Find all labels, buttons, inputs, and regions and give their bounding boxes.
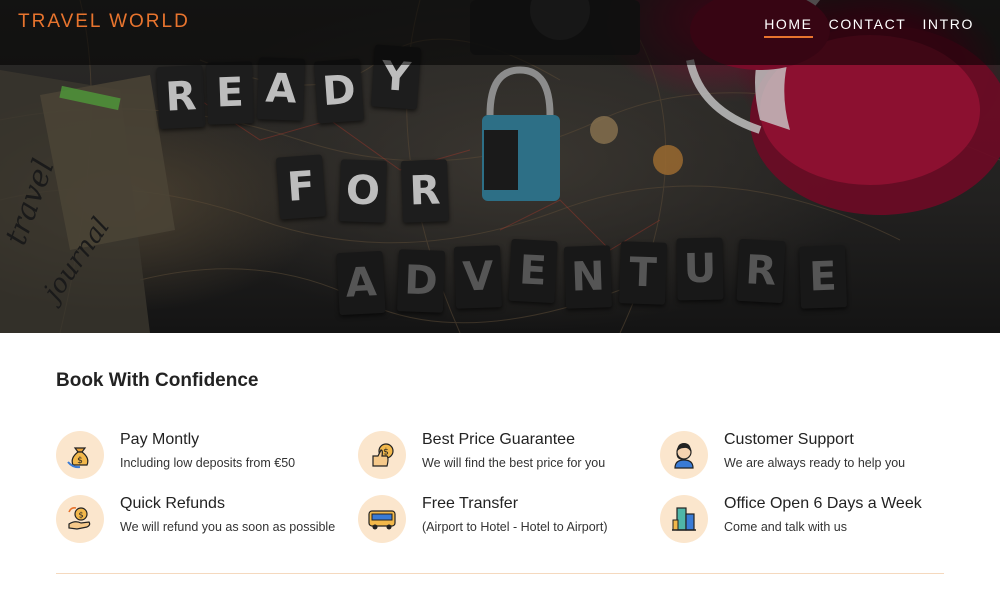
feature-best-price: $ Best Price Guarantee We will find the … (358, 431, 648, 481)
tile-letter: O (338, 159, 388, 223)
feature-title: Office Open 6 Days a Week (724, 495, 922, 512)
feature-pay-monthly: $ Pay Montly Including low deposits from… (56, 431, 346, 481)
tile-letter: R (400, 159, 450, 223)
tile-letter: A (336, 250, 386, 316)
feature-title: Best Price Guarantee (422, 431, 575, 448)
feature-desc: We are always ready to help you (724, 456, 906, 470)
feature-title: Pay Montly (120, 431, 200, 448)
feature-title: Quick Refunds (120, 495, 225, 512)
thumbs-up-coin-icon: $ (358, 431, 406, 479)
feature-desc: Including low deposits from €50 (120, 456, 296, 470)
tile-letter: N (563, 245, 613, 309)
nav-home[interactable]: HOME (764, 16, 813, 38)
feature-title: Customer Support (724, 431, 854, 448)
tile-letter: D (313, 58, 365, 124)
nav-contact[interactable]: CONTACT (829, 16, 907, 38)
support-agent-icon (660, 431, 708, 479)
feature-desc: (Airport to Hotel - Hotel to Airport) (422, 520, 608, 534)
tile-letter: F (275, 154, 327, 220)
main-nav: HOME CONTACT INTRO (764, 16, 974, 38)
office-building-icon (660, 495, 708, 543)
feature-desc: We will refund you as soon as possible (120, 520, 336, 534)
feature-quick-refunds: $ Quick Refunds We will refund you as so… (56, 495, 346, 545)
tile-letter: E (508, 238, 558, 304)
refund-hand-icon: $ (56, 495, 104, 543)
tile-letter: V (453, 245, 503, 309)
tile-letter: R (156, 64, 206, 130)
top-navigation-bar: TRAVEL WORLD HOME CONTACT INTRO (0, 0, 1000, 65)
feature-office-open: Office Open 6 Days a Week Come and talk … (660, 495, 950, 545)
nav-intro[interactable]: INTRO (922, 16, 974, 38)
feature-desc: Come and talk with us (724, 520, 847, 534)
svg-text:$: $ (77, 456, 83, 466)
tile-letter: D (396, 249, 446, 313)
tile-letter: A (256, 57, 306, 121)
tile-letter: E (205, 61, 255, 125)
feature-free-transfer: Free Transfer (Airport to Hotel - Hotel … (358, 495, 648, 545)
feature-desc: We will find the best price for you (422, 456, 606, 470)
section-divider (56, 573, 944, 574)
section-title: Book With Confidence (56, 370, 259, 391)
bus-icon (358, 495, 406, 543)
feature-customer-support: Customer Support We are always ready to … (660, 431, 950, 481)
tile-letter: R (736, 238, 786, 304)
hero-banner: travel journal R E A D Y F O R A D V E N… (0, 0, 1000, 333)
tile-letter: T (618, 241, 668, 305)
brand-logo[interactable]: TRAVEL WORLD (18, 11, 190, 33)
svg-text:$: $ (78, 511, 83, 520)
tile-letter: U (676, 237, 724, 301)
money-bag-icon: $ (56, 431, 104, 479)
feature-title: Free Transfer (422, 495, 519, 512)
tile-letter: E (798, 245, 848, 309)
